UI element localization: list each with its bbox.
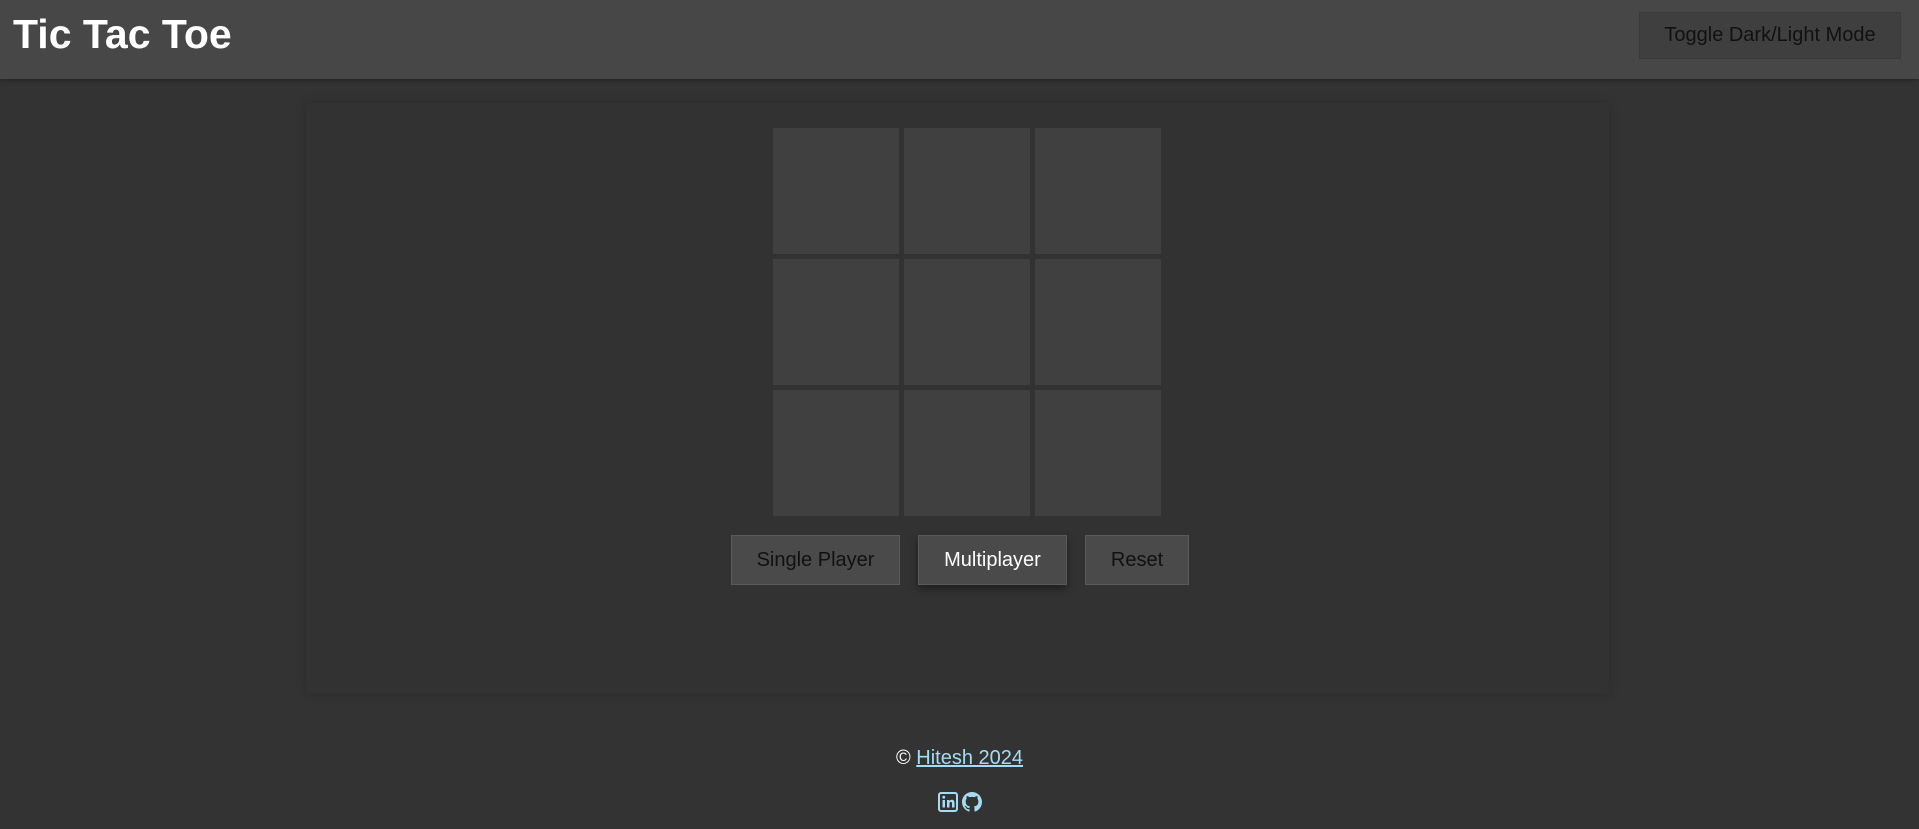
board-cell-5[interactable] [904, 259, 1030, 385]
github-icon[interactable] [961, 791, 983, 813]
board-cell-4[interactable] [773, 259, 899, 385]
toggle-theme-button[interactable]: Toggle Dark/Light Mode [1639, 12, 1901, 59]
board-cell-8[interactable] [904, 390, 1030, 516]
game-board [773, 128, 1161, 516]
copyright-symbol: © [895, 747, 911, 769]
board-cell-3[interactable] [1035, 128, 1161, 254]
reset-button[interactable]: Reset [1085, 535, 1189, 585]
board-cell-1[interactable] [773, 128, 899, 254]
linkedin-icon[interactable] [937, 791, 959, 813]
board-cell-9[interactable] [1035, 390, 1161, 516]
multiplayer-button[interactable]: Multiplayer [918, 535, 1067, 585]
author-link[interactable]: Hitesh 2024 [916, 747, 1023, 769]
board-cell-2[interactable] [904, 128, 1030, 254]
social-links [937, 791, 983, 813]
board-cell-7[interactable] [773, 390, 899, 516]
board-cell-6[interactable] [1035, 259, 1161, 385]
app-header: Tic Tac Toe Toggle Dark/Light Mode [0, 0, 1919, 79]
single-player-button[interactable]: Single Player [731, 535, 900, 585]
page-title: Tic Tac Toe [13, 11, 232, 57]
footer-copyright: © Hitesh 2024 [0, 747, 1919, 770]
